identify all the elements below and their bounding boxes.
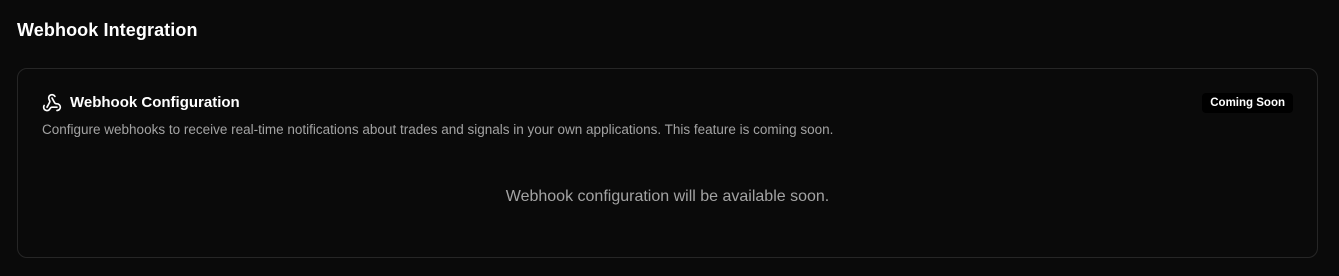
- webhook-icon: [42, 93, 62, 113]
- empty-state-message: Webhook configuration will be available …: [505, 188, 830, 205]
- card-description: Configure webhooks to receive real-time …: [42, 122, 834, 137]
- card-title: Webhook Configuration: [70, 94, 240, 111]
- card-header: Webhook Configuration: [42, 93, 240, 113]
- page-title: Webhook Integration: [17, 20, 198, 40]
- webhook-config-card: Webhook Configuration Coming Soon Config…: [17, 68, 1318, 258]
- coming-soon-badge: Coming Soon: [1202, 93, 1293, 113]
